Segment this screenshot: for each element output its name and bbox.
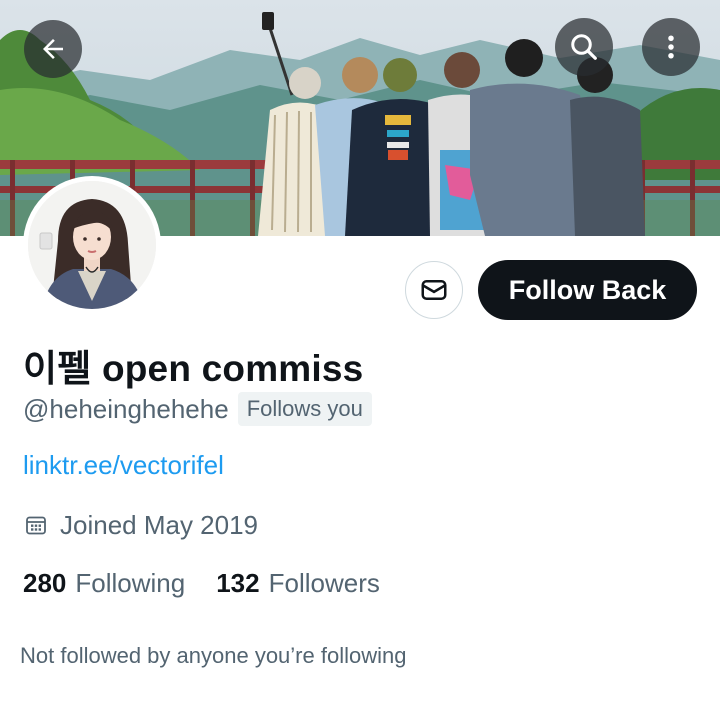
following-stat[interactable]: 280 Following xyxy=(23,568,185,599)
followers-stat[interactable]: 132 Followers xyxy=(216,568,380,599)
mutual-followers-note: Not followed by anyone you’re following xyxy=(20,643,407,668)
more-options-button[interactable] xyxy=(642,18,700,76)
handle-row: @heheinghehehe Follows you xyxy=(23,392,372,426)
profile-website-link[interactable]: linktr.ee/vectorifel xyxy=(23,450,224,481)
profile-avatar[interactable] xyxy=(23,176,161,314)
follow-back-button[interactable]: Follow Back xyxy=(478,260,697,320)
arrow-left-icon xyxy=(43,39,63,59)
followers-label: Followers xyxy=(268,567,380,598)
search-button[interactable] xyxy=(555,18,613,76)
joined-date-text: Joined May 2019 xyxy=(60,509,259,540)
back-button[interactable] xyxy=(24,20,82,78)
more-vertical-icon xyxy=(668,35,674,59)
display-name: 이펠 open commiss xyxy=(23,348,364,389)
followers-count: 132 xyxy=(216,567,260,598)
avatar-image xyxy=(28,181,156,309)
joined-date-row: Joined May 2019 xyxy=(24,508,258,542)
envelope-icon xyxy=(421,280,447,300)
following-count: 280 xyxy=(23,567,67,598)
calendar-icon xyxy=(26,516,46,535)
username-handle: @heheinghehehe xyxy=(23,393,229,424)
message-button[interactable] xyxy=(405,261,463,319)
following-label: Following xyxy=(75,567,186,598)
follows-you-badge: Follows you xyxy=(237,392,372,426)
follow-stats: 280 Following 132 Followers xyxy=(23,566,380,600)
search-icon xyxy=(571,34,597,60)
